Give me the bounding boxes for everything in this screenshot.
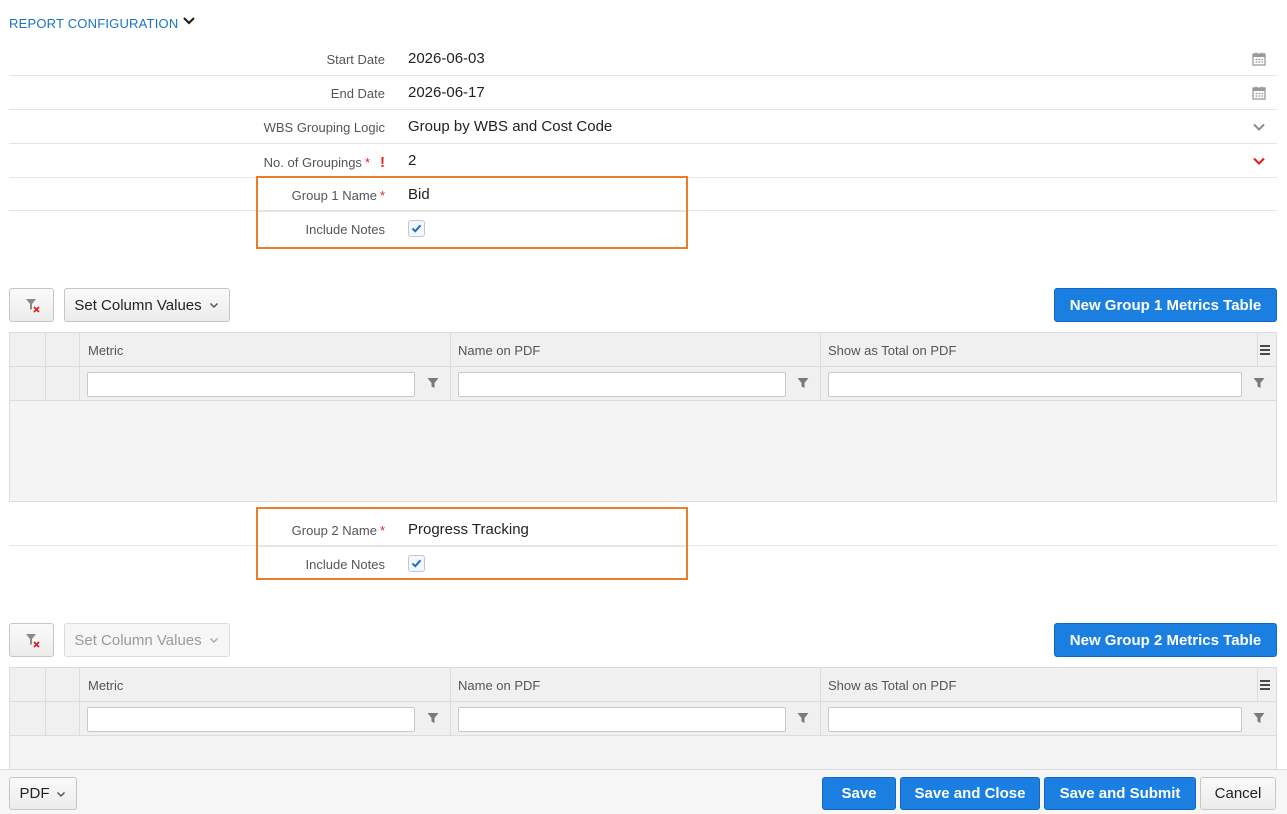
chevron-down-icon <box>56 791 65 797</box>
column-divider <box>450 668 451 736</box>
chevron-down-icon[interactable] <box>1251 153 1267 169</box>
cancel-button[interactable]: Cancel <box>1200 777 1276 810</box>
column-header-show-total[interactable]: Show as Total on PDF <box>828 678 956 693</box>
clear-filter-icon <box>25 634 40 648</box>
section-title[interactable]: REPORT CONFIGURATION <box>9 16 178 31</box>
column-header-metric[interactable]: Metric <box>88 343 123 358</box>
wbs-grouping-label: WBS Grouping Logic <box>263 120 385 135</box>
filter-icon[interactable] <box>426 711 440 725</box>
metric-filter-input[interactable] <box>87 372 415 397</box>
column-header-show-total[interactable]: Show as Total on PDF <box>828 343 956 358</box>
footer-toolbar: PDF Save Save and Close Save and Submit … <box>0 769 1287 814</box>
warning-icon: ! <box>380 154 385 171</box>
show-total-filter-input[interactable] <box>828 372 1242 397</box>
chevron-down-icon <box>209 637 218 644</box>
pdf-dropdown[interactable]: PDF <box>9 777 77 810</box>
column-header-name-on-pdf[interactable]: Name on PDF <box>458 678 540 693</box>
set-column-values-dropdown[interactable]: Set Column Values <box>64 288 230 322</box>
show-total-filter-input[interactable] <box>828 707 1242 732</box>
grid-header: Metric Name on PDF Show as Total on PDF <box>10 333 1276 367</box>
clear-filter-button[interactable] <box>9 288 54 322</box>
grid-filter-row <box>10 367 1276 401</box>
filter-icon[interactable] <box>796 376 810 390</box>
column-divider <box>1257 668 1258 702</box>
filter-icon[interactable] <box>426 376 440 390</box>
filter-icon[interactable] <box>796 711 810 725</box>
new-group2-metrics-table-button[interactable]: New Group 2 Metrics Table <box>1054 623 1277 657</box>
end-date-row: End Date 2026-06-17 <box>9 76 1277 110</box>
grid-header: Metric Name on PDF Show as Total on PDF <box>10 668 1276 702</box>
end-date-field[interactable]: 2026-06-17 <box>408 84 485 101</box>
save-and-close-button[interactable]: Save and Close <box>900 777 1040 810</box>
metric-filter-input[interactable] <box>87 707 415 732</box>
end-date-label: End Date <box>330 86 385 101</box>
start-date-label: Start Date <box>326 52 385 67</box>
column-divider <box>79 333 80 401</box>
wbs-grouping-row: WBS Grouping Logic Group by WBS and Cost… <box>9 110 1277 144</box>
filter-icon[interactable] <box>1252 711 1266 725</box>
clear-filter-icon <box>25 299 40 313</box>
groupings-select[interactable]: 2 <box>408 152 416 169</box>
column-divider <box>820 668 821 736</box>
new-group1-metrics-table-button[interactable]: New Group 1 Metrics Table <box>1054 288 1277 322</box>
save-and-submit-button[interactable]: Save and Submit <box>1044 777 1196 810</box>
column-divider <box>79 668 80 736</box>
column-divider <box>450 333 451 401</box>
column-header-name-on-pdf[interactable]: Name on PDF <box>458 343 540 358</box>
name-on-pdf-filter-input[interactable] <box>458 707 786 732</box>
calendar-icon[interactable] <box>1251 51 1267 67</box>
group2-highlight-box <box>256 507 688 580</box>
filter-icon[interactable] <box>1252 376 1266 390</box>
column-divider <box>1257 333 1258 367</box>
collapse-chevron-icon[interactable] <box>181 13 197 29</box>
column-divider <box>45 333 46 401</box>
set-column-values-dropdown[interactable]: Set Column Values <box>64 623 230 657</box>
column-divider <box>820 333 821 401</box>
chevron-down-icon[interactable] <box>1251 119 1267 135</box>
grid-filter-row <box>10 702 1276 736</box>
column-header-metric[interactable]: Metric <box>88 678 123 693</box>
chevron-down-icon <box>209 302 218 309</box>
clear-filter-button[interactable] <box>9 623 54 657</box>
required-mark: * <box>364 155 370 170</box>
save-button[interactable]: Save <box>822 777 896 810</box>
menu-icon[interactable] <box>1258 343 1272 357</box>
menu-icon[interactable] <box>1258 678 1272 692</box>
start-date-row: Start Date 2026-06-03 <box>9 42 1277 76</box>
name-on-pdf-filter-input[interactable] <box>458 372 786 397</box>
group2-metrics-grid: Metric Name on PDF Show as Total on PDF <box>9 667 1277 777</box>
group1-metrics-grid: Metric Name on PDF Show as Total on PDF <box>9 332 1277 502</box>
group1-highlight-box <box>256 176 688 249</box>
start-date-field[interactable]: 2026-06-03 <box>408 50 485 67</box>
wbs-grouping-select[interactable]: Group by WBS and Cost Code <box>408 118 612 135</box>
groupings-row: No. of Groupings *! 2 <box>9 144 1277 178</box>
column-divider <box>45 668 46 736</box>
section-header[interactable]: REPORT CONFIGURATION <box>9 12 178 34</box>
groupings-label: No. of Groupings *! <box>263 154 385 171</box>
calendar-icon[interactable] <box>1251 85 1267 101</box>
